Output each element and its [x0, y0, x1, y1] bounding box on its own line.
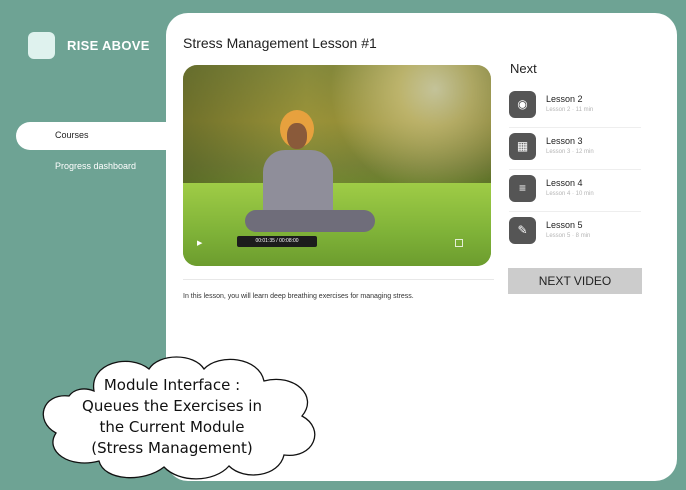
sidebar-item-courses[interactable]: Courses: [16, 122, 176, 150]
annotation-line: Module Interface :: [103, 376, 241, 394]
video-person-legs: [245, 210, 375, 232]
next-video-button[interactable]: NEXT VIDEO: [508, 268, 642, 294]
lesson-name: Lesson 3: [546, 136, 583, 146]
annotation-line: (Stress Management): [91, 439, 253, 457]
next-lesson-item[interactable]: ✎ Lesson 5 Lesson 5 · 8 min: [509, 213, 641, 253]
sidebar-item-label: Courses: [55, 130, 89, 140]
video-background: [183, 65, 491, 185]
lesson-meta: Lesson 2 · 11 min: [546, 107, 594, 113]
next-lesson-item[interactable]: ≡ Lesson 4 Lesson 4 · 10 min: [509, 171, 641, 212]
logo-icon: [28, 32, 55, 59]
video-person-face: [287, 123, 307, 149]
lesson-name: Lesson 5: [546, 220, 583, 230]
divider: [183, 279, 494, 280]
annotation-text: Module Interface : Queues the Exercises …: [52, 375, 292, 459]
toggle-icon: ◉: [509, 91, 536, 118]
fullscreen-icon[interactable]: [455, 239, 463, 247]
lesson-name: Lesson 4: [546, 178, 583, 188]
pencil-icon: ✎: [509, 217, 536, 244]
next-lesson-item[interactable]: ▦ Lesson 3 Lesson 3 · 12 min: [509, 129, 641, 170]
lesson-description: In this lesson, you will learn deep brea…: [183, 293, 414, 300]
brand-name: RISE ABOVE: [67, 38, 150, 53]
next-heading: Next: [510, 61, 537, 76]
sidebar-item-progress-dashboard[interactable]: Progress dashboard: [55, 161, 136, 171]
next-lesson-item[interactable]: ◉ Lesson 2 Lesson 2 · 11 min: [509, 87, 641, 128]
video-player[interactable]: ▶ 00:01:35 / 00:08:00: [183, 65, 491, 266]
annotation-line: the Current Module: [99, 418, 245, 436]
grid-icon: ▦: [509, 133, 536, 160]
lesson-meta: Lesson 4 · 10 min: [546, 191, 594, 197]
video-time: 00:01:35 / 00:08:00: [237, 236, 317, 247]
lesson-name: Lesson 2: [546, 94, 583, 104]
annotation-line: Queues the Exercises in: [82, 397, 262, 415]
list-icon: ≡: [509, 175, 536, 202]
page-title: Stress Management Lesson #1: [183, 35, 377, 51]
lesson-meta: Lesson 3 · 12 min: [546, 149, 594, 155]
lesson-meta: Lesson 5 · 8 min: [546, 233, 591, 239]
play-icon[interactable]: ▶: [197, 239, 202, 247]
